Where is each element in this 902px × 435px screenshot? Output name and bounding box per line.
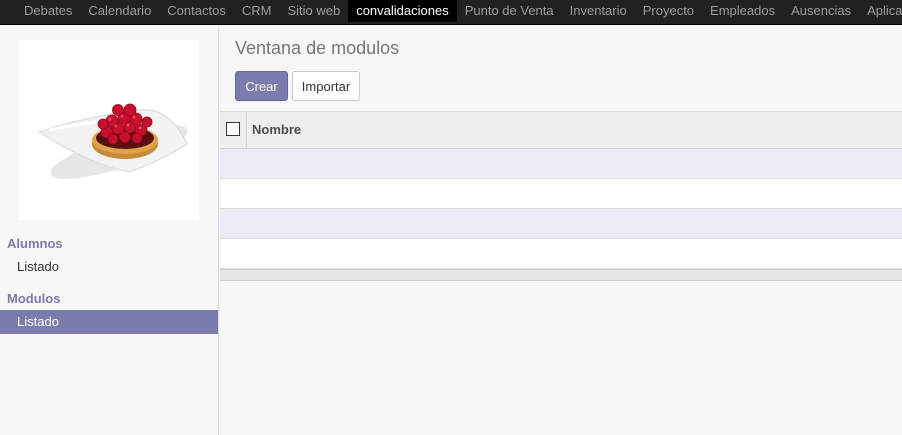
- menu-item-sitio-web[interactable]: Sitio web: [279, 0, 348, 22]
- table-row: [220, 179, 902, 209]
- column-separator: [246, 112, 247, 148]
- table-row: [220, 239, 902, 269]
- menu-item-empleados[interactable]: Empleados: [702, 0, 783, 22]
- list-header: Nombre: [220, 112, 902, 149]
- menu-item-ausencias[interactable]: Ausencias: [783, 0, 859, 22]
- create-button[interactable]: Crear: [235, 71, 288, 101]
- top-navbar: Debates Calendario Contactos CRM Sitio w…: [0, 0, 902, 25]
- sidebar-item-alumnos-listado[interactable]: Listado: [0, 255, 218, 279]
- menu-item-convalidaciones[interactable]: convalidaciones: [348, 0, 457, 22]
- menu-item-debates[interactable]: Debates: [16, 0, 80, 22]
- menu-item-punto-de-venta[interactable]: Punto de Venta: [457, 0, 562, 22]
- section-title-modulos: Modulos: [7, 291, 61, 306]
- left-sidebar: Alumnos Listado Modulos Listado: [0, 25, 219, 435]
- list-view: Nombre: [220, 111, 902, 281]
- menu-item-contactos[interactable]: Contactos: [159, 0, 234, 22]
- column-header-nombre[interactable]: Nombre: [252, 112, 301, 148]
- sidebar-item-modulos-listado[interactable]: Listado: [0, 310, 218, 334]
- menu-item-aplicaciones[interactable]: Aplicaciones: [859, 0, 902, 22]
- menu-item-inventario[interactable]: Inventario: [562, 0, 635, 22]
- menu-item-proyecto[interactable]: Proyecto: [635, 0, 702, 22]
- page-title: Ventana de modulos: [235, 38, 400, 58]
- tart-image: [19, 40, 199, 220]
- menu-item-crm[interactable]: CRM: [234, 0, 280, 22]
- table-row: [220, 149, 902, 179]
- menu-item-calendario[interactable]: Calendario: [80, 0, 159, 22]
- top-menu: Debates Calendario Contactos CRM Sitio w…: [16, 0, 902, 24]
- section-title-alumnos: Alumnos: [7, 236, 63, 251]
- select-all-checkbox[interactable]: [226, 122, 240, 136]
- table-row: [220, 209, 902, 239]
- main-content: Ventana de modulos Crear Importar Nombre: [219, 25, 902, 435]
- list-footer: [220, 269, 902, 281]
- import-button[interactable]: Importar: [292, 71, 360, 101]
- company-logo[interactable]: [19, 40, 199, 220]
